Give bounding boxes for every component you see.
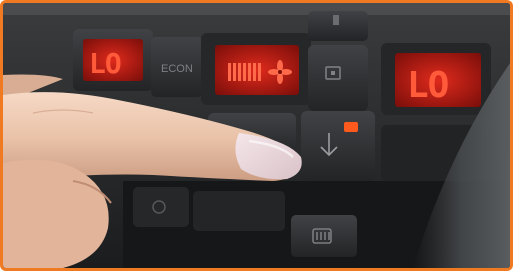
left-temp-display: LO: [89, 47, 121, 80]
bottom-middle-button[interactable]: [193, 191, 285, 231]
bottom-left-button[interactable]: [133, 187, 189, 227]
rear-defrost-button[interactable]: [291, 215, 357, 257]
econ-label: ECON: [161, 63, 193, 75]
econ-button[interactable]: ECON: [151, 37, 203, 97]
right-display-housing: LO: [381, 43, 491, 115]
left-display-housing: LO: [73, 29, 153, 91]
recirculation-button[interactable]: [308, 45, 368, 111]
right-temp-display: LO: [407, 65, 449, 106]
fan-display-housing: [201, 33, 311, 105]
top-small-button[interactable]: [308, 11, 368, 41]
indicator-light: [344, 122, 358, 132]
photo-frame: LO ECON LO: [0, 0, 513, 271]
down-arrow-button[interactable]: [301, 111, 375, 181]
car-climate-control-photo: LO ECON LO: [3, 3, 510, 268]
